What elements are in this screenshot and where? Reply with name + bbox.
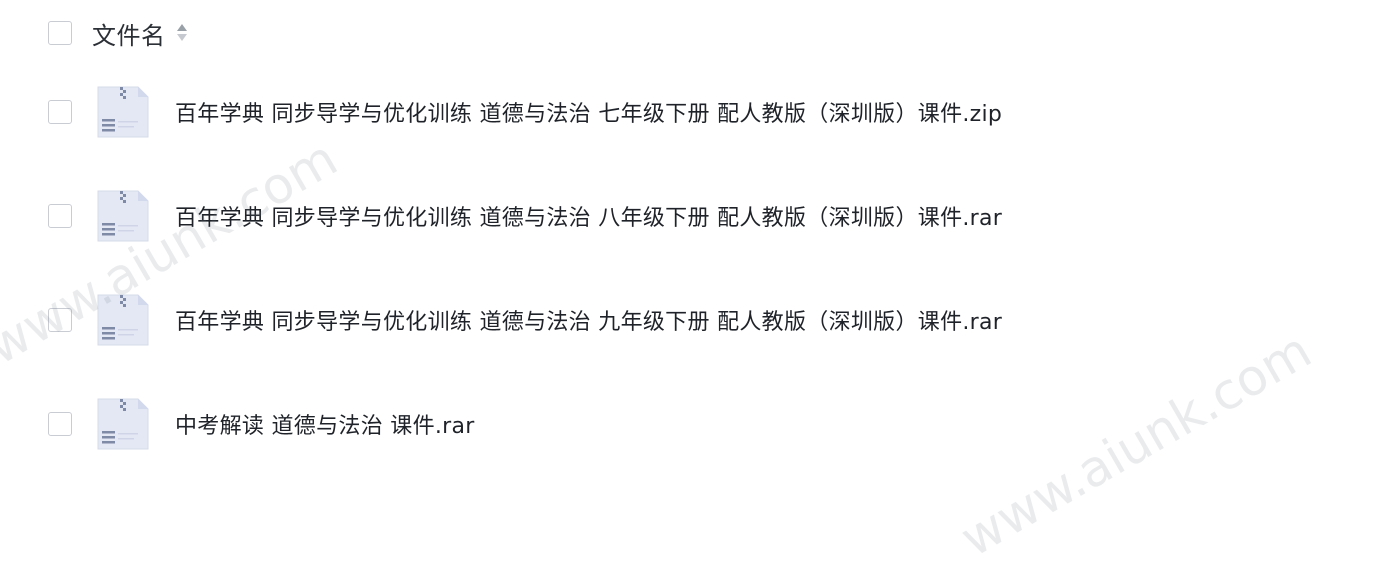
- zip-archive-icon: [97, 398, 149, 450]
- file-row[interactable]: 百年学典 同步导学与优化训练 道德与法治 八年级下册 配人教版（深圳版）课件.r…: [48, 186, 1002, 246]
- row-checkbox[interactable]: [48, 308, 72, 332]
- file-name[interactable]: 百年学典 同步导学与优化训练 道德与法治 八年级下册 配人教版（深圳版）课件.r…: [175, 200, 1002, 232]
- file-row[interactable]: 百年学典 同步导学与优化训练 道德与法治 九年级下册 配人教版（深圳版）课件.r…: [48, 290, 1002, 350]
- zip-archive-icon: [97, 294, 149, 346]
- row-checkbox[interactable]: [48, 100, 72, 124]
- file-row[interactable]: 百年学典 同步导学与优化训练 道德与法治 七年级下册 配人教版（深圳版）课件.z…: [48, 82, 1002, 142]
- file-list: 百年学典 同步导学与优化训练 道德与法治 七年级下册 配人教版（深圳版）课件.z…: [0, 0, 1384, 588]
- file-name[interactable]: 中考解读 道德与法治 课件.rar: [175, 408, 475, 440]
- file-name[interactable]: 百年学典 同步导学与优化训练 道德与法治 九年级下册 配人教版（深圳版）课件.r…: [175, 304, 1002, 336]
- zip-archive-icon: [97, 86, 149, 138]
- row-checkbox[interactable]: [48, 412, 72, 436]
- zip-archive-icon: [97, 190, 149, 242]
- file-row[interactable]: 中考解读 道德与法治 课件.rar: [48, 394, 475, 454]
- file-name[interactable]: 百年学典 同步导学与优化训练 道德与法治 七年级下册 配人教版（深圳版）课件.z…: [175, 96, 1002, 128]
- row-checkbox[interactable]: [48, 204, 72, 228]
